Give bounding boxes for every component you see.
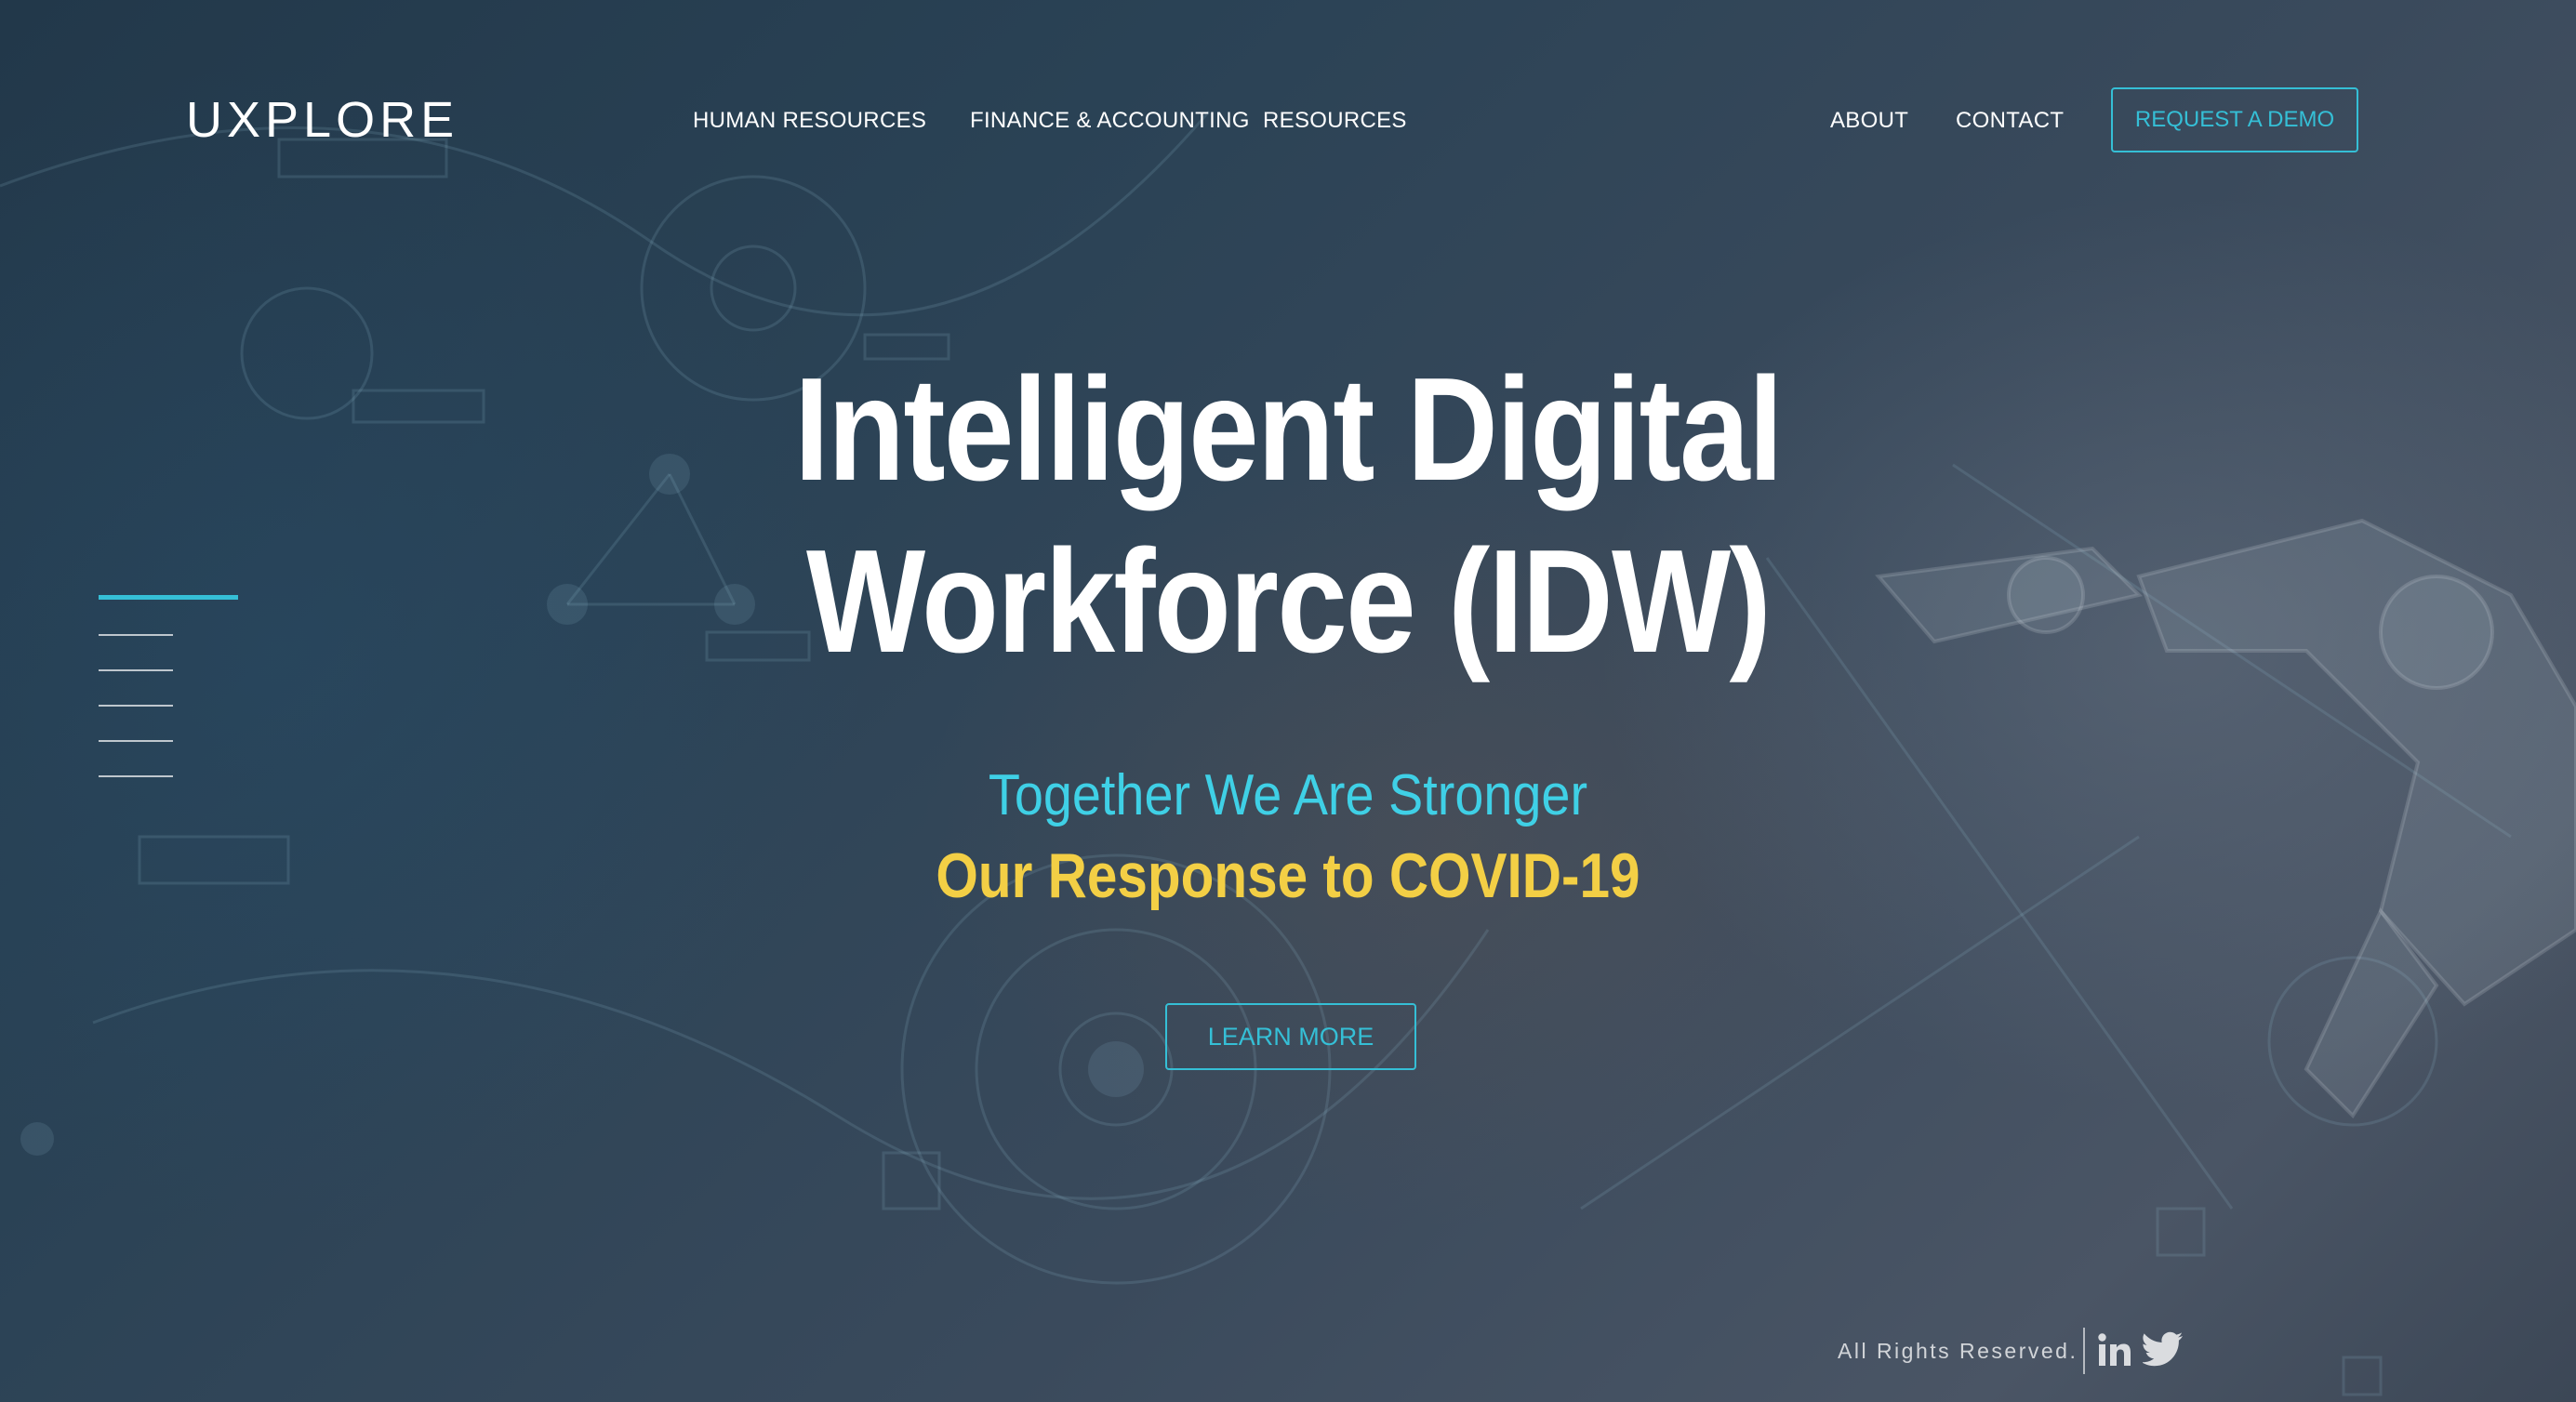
linkedin-icon[interactable] (2096, 1331, 2133, 1369)
request-demo-button[interactable]: REQUEST A DEMO (2111, 87, 2358, 152)
twitter-icon[interactable] (2143, 1331, 2184, 1369)
nav-human-resources[interactable]: HUMAN RESOURCES (693, 108, 926, 134)
copyright-text: All Rights Reserved. (1838, 1339, 2078, 1363)
nav-contact[interactable]: CONTACT (1956, 108, 2064, 134)
slide-indicator-item[interactable] (99, 634, 173, 636)
slide-indicator-item[interactable] (99, 705, 173, 707)
hero-headline: Intelligent Digital Workforce (IDW) (180, 344, 2396, 688)
nav-finance-accounting[interactable]: FINANCE & ACCOUNTING (970, 108, 1250, 134)
hero-headline-line1: Intelligent Digital (794, 348, 1784, 511)
footer-divider (2083, 1328, 2085, 1374)
slide-indicator-item[interactable] (99, 669, 173, 671)
hero-tagline: Together We Are Stronger (988, 763, 1588, 827)
nav-resources[interactable]: RESOURCES (1263, 108, 1407, 134)
hero-headline-line2: Workforce (IDW) (805, 520, 1772, 683)
slide-indicator-item[interactable] (99, 740, 173, 742)
circuit-background-image (0, 111, 2576, 1396)
brand-logo[interactable]: UXPLORE (186, 91, 458, 149)
nav-about[interactable]: ABOUT (1830, 108, 1908, 134)
learn-more-button[interactable]: LEARN MORE (1165, 1003, 1416, 1070)
hero-subheadline[interactable]: Our Response to COVID-19 (180, 840, 2396, 912)
hero-section: UXPLORE HUMAN RESOURCES FINANCE & ACCOUN… (0, 0, 2576, 1402)
